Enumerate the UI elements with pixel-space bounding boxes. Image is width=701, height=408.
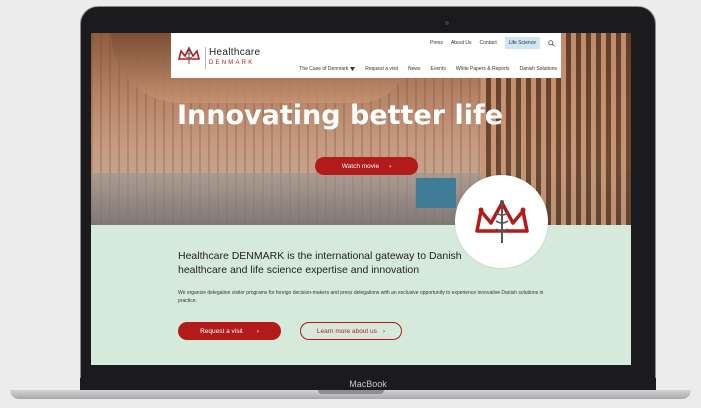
watch-movie-button[interactable]: Watch movie ›	[315, 157, 418, 175]
chevron-down-icon	[350, 67, 356, 71]
watch-movie-label: Watch movie	[341, 162, 380, 170]
crown-logo-icon[interactable]	[177, 45, 201, 65]
logo-text-denmark[interactable]: DENMARK	[209, 60, 254, 66]
request-visit-label: Request a visit	[200, 327, 243, 335]
laptop-notch	[318, 390, 384, 394]
nav-request-visit[interactable]: Request a visit	[365, 66, 398, 72]
request-visit-button[interactable]: Request a visit ›	[178, 322, 281, 340]
nav-contact[interactable]: Contact	[480, 40, 497, 46]
crown-emblem	[455, 175, 548, 268]
nav-danish-solutions[interactable]: Danish Solutions	[519, 66, 557, 72]
nav-white-papers[interactable]: White Papers & Reports	[456, 66, 510, 72]
main-nav: The Case of Denmark Request a visit News…	[299, 66, 557, 72]
laptop-bezel-label: MacBook	[80, 378, 656, 390]
nav-news[interactable]: News	[408, 66, 421, 72]
logo-divider	[205, 47, 206, 69]
nav-about-us[interactable]: About Us	[451, 40, 472, 46]
learn-more-label: Learn more about us	[316, 327, 377, 335]
intro-paragraph: We organize delegation visitor programs …	[178, 290, 544, 304]
utility-nav: Press About Us Contact Life Science	[430, 37, 555, 49]
nav-press[interactable]: Press	[430, 40, 443, 46]
site-header: Healthcare DENMARK Press About Us Contac…	[171, 33, 561, 78]
crown-staff-icon	[474, 199, 529, 243]
arrow-right-icon: ›	[382, 327, 386, 335]
logo-text-healthcare[interactable]: Healthcare	[209, 47, 260, 58]
hero-blue-panel	[416, 178, 456, 208]
arrow-right-icon: ›	[389, 162, 392, 170]
learn-more-button[interactable]: Learn more about us ›	[300, 322, 402, 340]
intro-section: Healthcare DENMARK is the international …	[91, 225, 631, 365]
website-screen: Healthcare DENMARK Press About Us Contac…	[91, 33, 631, 365]
hero-title: Innovating better life	[177, 100, 504, 131]
search-icon[interactable]	[548, 39, 555, 47]
nav-case-label: The Case of Denmark	[299, 66, 349, 72]
arrow-right-icon: ›	[256, 327, 259, 335]
camera-dot	[445, 21, 449, 25]
nav-events[interactable]: Events	[431, 66, 446, 72]
nav-life-science[interactable]: Life Science	[504, 37, 540, 49]
nav-case-of-denmark[interactable]: The Case of Denmark	[299, 66, 356, 72]
intro-heading: Healthcare DENMARK is the international …	[178, 250, 462, 276]
